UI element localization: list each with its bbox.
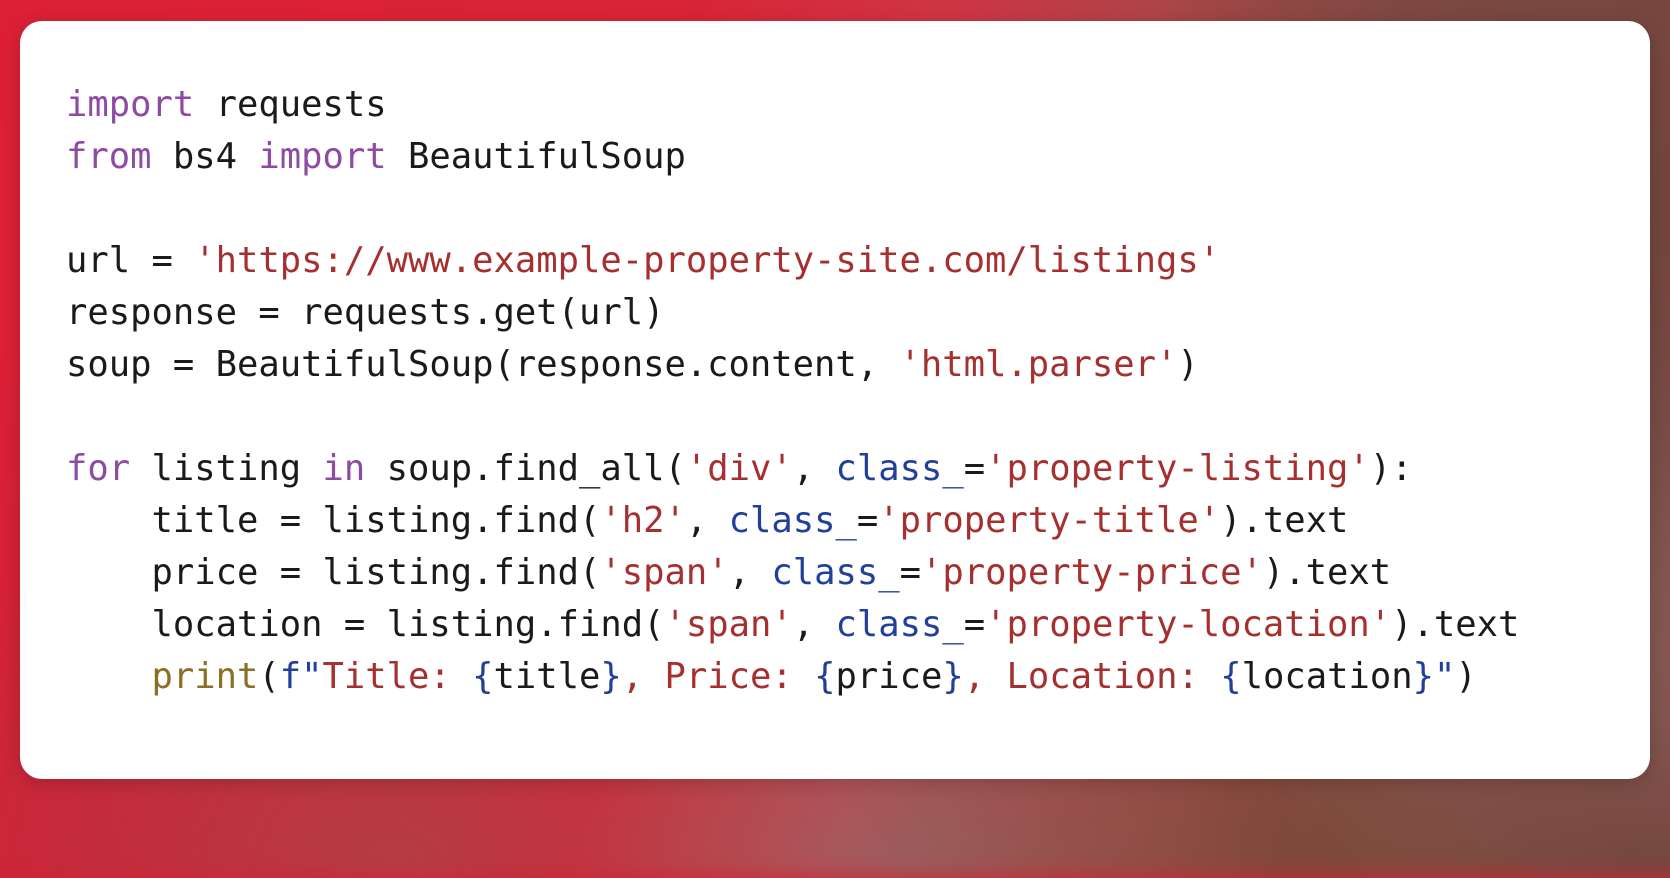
code-token-plain: = bbox=[899, 552, 921, 593]
code-line: ​ bbox=[66, 391, 1519, 443]
code-line: url = 'https://www.example-property-site… bbox=[66, 235, 1519, 287]
code-token-plain: listing bbox=[130, 448, 323, 489]
code-line: import requests bbox=[66, 79, 1519, 131]
code-line: soup = BeautifulSoup(response.content, '… bbox=[66, 339, 1519, 391]
code-token-kw: for bbox=[66, 448, 131, 489]
code-line: for listing in soup.find_all('div', clas… bbox=[66, 443, 1519, 495]
code-token-plain: bs4 bbox=[151, 136, 259, 177]
code-token-str: Title: bbox=[322, 656, 473, 697]
code-token-plain: ).text bbox=[1262, 552, 1392, 593]
code-token-plain: , bbox=[792, 448, 836, 489]
code-line: location = listing.find('span', class_='… bbox=[66, 599, 1519, 651]
code-token-str: 'html.parser' bbox=[899, 344, 1178, 385]
code-token-kw: from bbox=[66, 136, 152, 177]
code-token-fpre: { bbox=[472, 656, 494, 697]
code-token-plain: url = bbox=[66, 240, 195, 281]
code-token-str: 'property-location' bbox=[985, 604, 1392, 645]
code-token-str: , Price: bbox=[621, 656, 815, 697]
code-token-str: 'h2' bbox=[600, 500, 686, 541]
code-token-plain: title bbox=[493, 656, 601, 697]
code-token-str: 'https://www.example-property-site.com/l… bbox=[194, 240, 1221, 281]
code-token-plain: ) bbox=[1177, 344, 1199, 385]
code-line: ​ bbox=[66, 183, 1519, 235]
code-token-plain: ).text bbox=[1391, 604, 1520, 645]
code-token-plain: = bbox=[963, 448, 986, 489]
code-line: print(f"Title: {title}, Price: {price}, … bbox=[66, 651, 1519, 703]
code-token-plain: , bbox=[685, 500, 729, 541]
code-token-str: 'property-title' bbox=[878, 500, 1221, 541]
code-token-str: 'div' bbox=[685, 448, 793, 489]
code-token-plain: , bbox=[728, 552, 772, 593]
code-token-kwarg: class_ bbox=[771, 552, 900, 593]
code-line: response = requests.get(url) bbox=[66, 287, 1519, 339]
python-code-block: import requests from bs4 import Beautiful… bbox=[66, 79, 1519, 703]
code-token-plain: = bbox=[963, 604, 986, 645]
code-token-plain: ( bbox=[258, 656, 280, 697]
code-line: title = listing.find('h2', class_='prope… bbox=[66, 495, 1519, 547]
code-token-bltn: print bbox=[151, 656, 259, 697]
code-token-fpre: { bbox=[1220, 656, 1242, 697]
code-token-fpre: f" bbox=[279, 656, 323, 697]
code-token-fpre: } bbox=[942, 656, 964, 697]
code-token-str: 'property-listing' bbox=[985, 448, 1370, 489]
code-token-plain: ) bbox=[1455, 656, 1477, 697]
code-token-plain: soup = BeautifulSoup(response.content, bbox=[66, 344, 900, 385]
code-token-plain: price = listing.find( bbox=[66, 552, 601, 593]
code-token-kw: import bbox=[66, 84, 195, 125]
code-token-plain: , bbox=[792, 604, 836, 645]
code-token-str: 'span' bbox=[600, 552, 729, 593]
code-token-plain: price bbox=[835, 656, 943, 697]
code-token-plain: ).text bbox=[1220, 500, 1349, 541]
code-token-kw: in bbox=[322, 448, 366, 489]
code-token-kwarg: class_ bbox=[835, 448, 964, 489]
code-token-fpre: { bbox=[814, 656, 836, 697]
code-token-plain: soup.find_all( bbox=[365, 448, 686, 489]
code-line: price = listing.find('span', class_='pro… bbox=[66, 547, 1519, 599]
code-token-fpre: " bbox=[1433, 656, 1456, 697]
code-token-plain: requests bbox=[194, 84, 387, 125]
code-token-plain: response = requests.get(url) bbox=[66, 292, 665, 333]
code-token-plain: location = listing.find( bbox=[66, 604, 665, 645]
code-token-kwarg: class_ bbox=[835, 604, 964, 645]
code-token-plain: location bbox=[1241, 656, 1413, 697]
code-token-fpre: } bbox=[600, 656, 622, 697]
code-token-str: 'property-price' bbox=[920, 552, 1263, 593]
code-token-str: , Location: bbox=[963, 656, 1221, 697]
code-line: from bs4 import BeautifulSoup bbox=[66, 131, 1519, 183]
code-token-plain: = bbox=[856, 500, 879, 541]
code-token-str: 'span' bbox=[664, 604, 793, 645]
code-token-plain: title = listing.find( bbox=[66, 500, 601, 541]
code-token-kwarg: class_ bbox=[728, 500, 857, 541]
code-token-fpre: } bbox=[1412, 656, 1434, 697]
code-snippet-card: import requests from bs4 import Beautiful… bbox=[20, 21, 1650, 779]
code-token-kw: import bbox=[258, 136, 387, 177]
code-token-plain: BeautifulSoup bbox=[386, 136, 686, 177]
code-token-plain: ): bbox=[1369, 448, 1413, 489]
